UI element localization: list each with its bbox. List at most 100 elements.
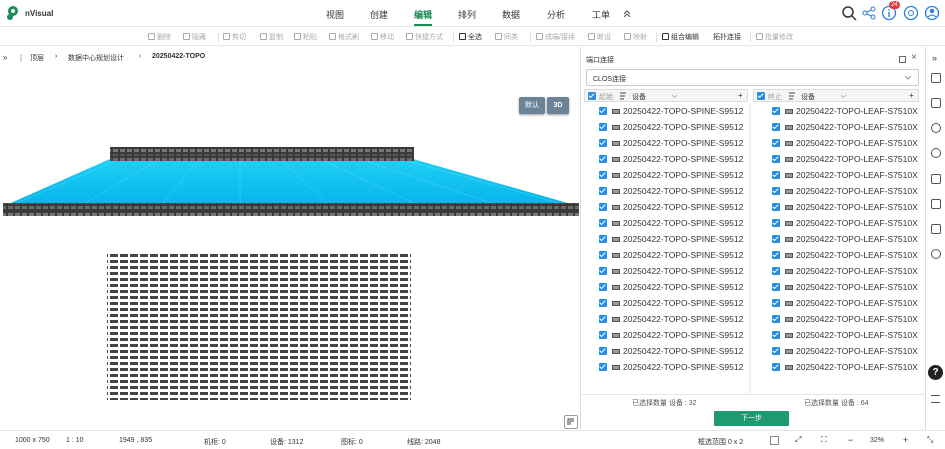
left-scrollbar[interactable]	[749, 103, 751, 393]
select-all-target-checkbox[interactable]	[757, 92, 765, 100]
break-button[interactable]: 断设	[588, 32, 611, 42]
share-icon[interactable]	[861, 5, 877, 21]
mapping-button[interactable]: 映射	[624, 32, 647, 42]
sort-icon[interactable]	[619, 92, 627, 100]
target-device-checkbox[interactable]	[772, 219, 780, 227]
tab-create[interactable]: 创建	[370, 8, 388, 21]
list-icon[interactable]	[931, 98, 941, 108]
sort-icon[interactable]	[788, 92, 796, 100]
breadcrumb-top[interactable]: 顶层	[30, 53, 44, 63]
source-device-checkbox[interactable]	[599, 251, 607, 259]
view-default-button[interactable]: 默认	[519, 97, 545, 114]
target-device-checkbox[interactable]	[772, 123, 780, 131]
format-painter-button[interactable]: 格式刷	[329, 32, 359, 42]
tab-workorder[interactable]: 工单	[592, 8, 610, 21]
target-device-checkbox[interactable]	[772, 315, 780, 323]
source-device-checkbox[interactable]	[599, 235, 607, 243]
help-icon[interactable]: ?	[928, 365, 943, 380]
target-device-checkbox[interactable]	[772, 139, 780, 147]
source-device-checkbox[interactable]	[599, 203, 607, 211]
breadcrumb-project[interactable]: 数据中心规划设计	[68, 53, 124, 63]
add-target-button[interactable]: +	[909, 91, 914, 100]
user-avatar-icon[interactable]	[924, 5, 940, 21]
close-icon[interactable]: ×	[911, 52, 917, 63]
target-device-checkbox[interactable]	[772, 331, 780, 339]
fullscreen-icon[interactable]: ⤢	[795, 435, 801, 445]
tab-view[interactable]: 视图	[326, 8, 344, 21]
target-device-checkbox[interactable]	[772, 203, 780, 211]
target-device-checkbox[interactable]	[772, 267, 780, 275]
target-device-checkbox[interactable]	[772, 235, 780, 243]
move-button[interactable]: 移动	[371, 32, 394, 42]
select-all-button[interactable]: 全选	[459, 32, 482, 42]
source-device-checkbox[interactable]	[599, 347, 607, 355]
attachment-icon[interactable]	[931, 249, 941, 259]
target-device-checkbox[interactable]	[772, 107, 780, 115]
next-step-button[interactable]: 下一步	[714, 411, 789, 426]
view-3d-button[interactable]: 3D	[547, 97, 569, 114]
source-device-checkbox[interactable]	[599, 267, 607, 275]
link-icon[interactable]	[931, 148, 941, 158]
fit-view-icon[interactable]	[564, 415, 578, 429]
topology-canvas[interactable]: 默认 3D	[0, 67, 580, 430]
source-device-checkbox[interactable]	[599, 155, 607, 163]
select-all-source-checkbox[interactable]	[588, 92, 596, 100]
expand-sidebar-icon[interactable]: »	[3, 53, 7, 62]
target-device-checkbox[interactable]	[772, 347, 780, 355]
source-device-checkbox[interactable]	[599, 139, 607, 147]
source-device-checkbox[interactable]	[599, 187, 607, 195]
maximize-icon[interactable]	[899, 56, 906, 63]
target-device-checkbox[interactable]	[772, 251, 780, 259]
chevron-down-icon[interactable]	[840, 94, 847, 99]
device-grid[interactable]	[107, 252, 411, 400]
settings-icon[interactable]	[903, 5, 919, 21]
target-device-checkbox[interactable]	[772, 171, 780, 179]
delete-button[interactable]: 删除	[148, 32, 171, 42]
zoom-level[interactable]: 32%	[870, 437, 884, 444]
tab-analysis[interactable]: 分析	[547, 8, 565, 21]
leaf-rack-row[interactable]	[3, 203, 579, 216]
hide-button[interactable]: 隐藏	[183, 32, 206, 42]
zoom-out-button[interactable]: −	[848, 435, 853, 445]
search-icon[interactable]	[841, 5, 857, 21]
source-device-checkbox[interactable]	[599, 171, 607, 179]
spine-rack-row[interactable]	[110, 147, 414, 161]
target-device-checkbox[interactable]	[772, 283, 780, 291]
fit-screen-icon[interactable]: ⛶	[821, 435, 827, 445]
source-device-checkbox[interactable]	[599, 315, 607, 323]
source-device-checkbox[interactable]	[599, 299, 607, 307]
add-source-button[interactable]: +	[738, 91, 743, 100]
source-device-checkbox[interactable]	[599, 283, 607, 291]
tab-arrange[interactable]: 排列	[458, 8, 476, 21]
collapse-panel-icon[interactable]: »	[932, 53, 937, 63]
target-device-checkbox[interactable]	[772, 155, 780, 163]
menu-icon[interactable]	[931, 395, 940, 403]
shortcut-button[interactable]: 快捷方式	[406, 32, 443, 42]
zoom-in-button[interactable]: +	[903, 435, 908, 445]
expand-icon[interactable]: ⤡	[927, 435, 933, 445]
print-icon[interactable]	[931, 199, 941, 209]
collapse-up-icon[interactable]	[623, 9, 631, 17]
cut-button[interactable]: 剪切	[223, 32, 246, 42]
termination-splice-button[interactable]: 成端/接续	[536, 32, 575, 42]
scan-icon[interactable]	[931, 174, 941, 184]
same-type-button[interactable]: 同类	[495, 32, 518, 42]
source-device-checkbox[interactable]	[599, 123, 607, 131]
snap-icon[interactable]	[770, 436, 779, 445]
save-icon[interactable]	[931, 73, 941, 83]
target-device-checkbox[interactable]	[772, 299, 780, 307]
tab-edit[interactable]: 编辑	[414, 8, 432, 21]
group-edit-button[interactable]: 组合编辑	[662, 32, 699, 42]
copy-button[interactable]: 复制	[260, 32, 283, 42]
target-device-checkbox[interactable]	[772, 187, 780, 195]
paste-button[interactable]: 粘贴	[294, 32, 317, 42]
source-device-checkbox[interactable]	[599, 363, 607, 371]
tab-data[interactable]: 数据	[502, 8, 520, 21]
source-device-checkbox[interactable]	[599, 331, 607, 339]
target-device-checkbox[interactable]	[772, 363, 780, 371]
chevron-down-icon[interactable]	[671, 94, 678, 99]
connection-mode-select[interactable]: CLOS连接	[586, 69, 919, 86]
batch-modify-button[interactable]: 批量修改	[756, 32, 793, 42]
bug-icon[interactable]	[931, 123, 941, 133]
source-device-checkbox[interactable]	[599, 107, 607, 115]
